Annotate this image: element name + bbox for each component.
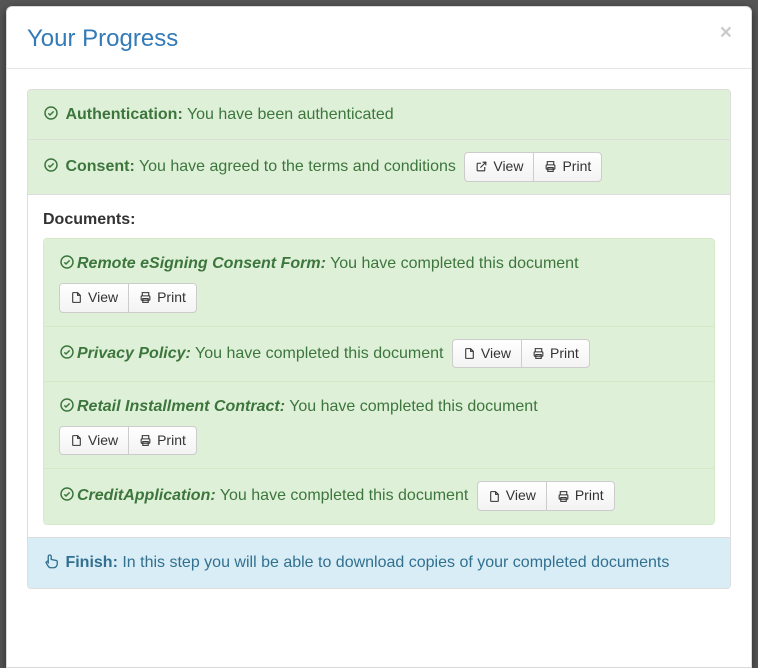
documents-section: Documents: Remote eSigning Consent Form … [28,195,730,538]
document-status: You have completed this document [289,398,537,415]
finish-text: In this step you will be able to downloa… [122,554,669,571]
check-circle-icon [43,157,59,173]
finish-row: Finish: In this step you will be able to… [28,538,730,588]
document-title: CreditApplication [77,487,216,504]
document-status: You have completed this document [220,487,468,504]
check-circle-icon [43,105,59,121]
consent-print-button[interactable]: Print [533,152,602,182]
close-button[interactable]: × [716,22,736,43]
finish-label: Finish: [65,554,117,571]
print-icon [139,291,152,304]
file-pdf-icon [488,490,501,503]
document-view-button[interactable]: View [452,339,522,369]
file-pdf-icon [70,434,83,447]
authentication-label: Authentication: [65,106,182,123]
document-row: Remote eSigning Consent Form You have co… [44,239,714,326]
pointing-hand-icon [43,552,61,570]
document-buttons: View Print [59,426,699,456]
check-circle-icon [59,397,75,413]
print-icon [557,490,570,503]
document-print-button[interactable]: Print [546,481,615,511]
document-print-button[interactable]: Print [128,426,197,456]
consent-row: Consent: You have agreed to the terms an… [28,140,730,195]
consent-buttons: View Print [464,152,602,182]
document-status: You have completed this document [195,345,443,362]
document-buttons: View Print [452,339,590,369]
document-status: You have completed this document [330,255,578,272]
document-row: Privacy Policy You have completed this d… [44,327,714,383]
check-circle-icon [59,254,75,270]
external-link-icon [475,160,488,173]
check-circle-icon [59,486,75,502]
consent-view-button[interactable]: View [464,152,534,182]
consent-text: You have agreed to the terms and conditi… [139,158,456,175]
document-row: Retail Installment Contract You have com… [44,382,714,469]
print-icon [532,347,545,360]
modal-header: Your Progress × [7,7,751,69]
document-title: Remote eSigning Consent Form [77,255,326,272]
document-buttons: View Print [59,283,699,313]
check-circle-icon [59,344,75,360]
progress-modal: Your Progress × Authentication: You have… [6,6,752,668]
document-view-button[interactable]: View [59,426,129,456]
document-title: Privacy Policy [77,345,191,362]
document-print-button[interactable]: Print [128,283,197,313]
document-title: Retail Installment Contract [77,398,285,415]
file-pdf-icon [463,347,476,360]
document-row: CreditApplication You have completed thi… [44,469,714,524]
consent-label: Consent: [65,158,134,175]
authentication-text: You have been authenticated [187,106,394,123]
modal-body: Authentication: You have been authentica… [7,69,751,589]
print-icon [544,160,557,173]
document-view-button[interactable]: View [477,481,547,511]
authentication-row: Authentication: You have been authentica… [28,90,730,141]
progress-panel: Authentication: You have been authentica… [27,89,731,589]
document-print-button[interactable]: Print [521,339,590,369]
document-buttons: View Print [477,481,615,511]
modal-title: Your Progress [27,22,716,56]
print-icon [139,434,152,447]
documents-label: Documents: [43,211,135,228]
file-pdf-icon [70,291,83,304]
documents-list: Remote eSigning Consent Form You have co… [43,238,715,525]
document-view-button[interactable]: View [59,283,129,313]
